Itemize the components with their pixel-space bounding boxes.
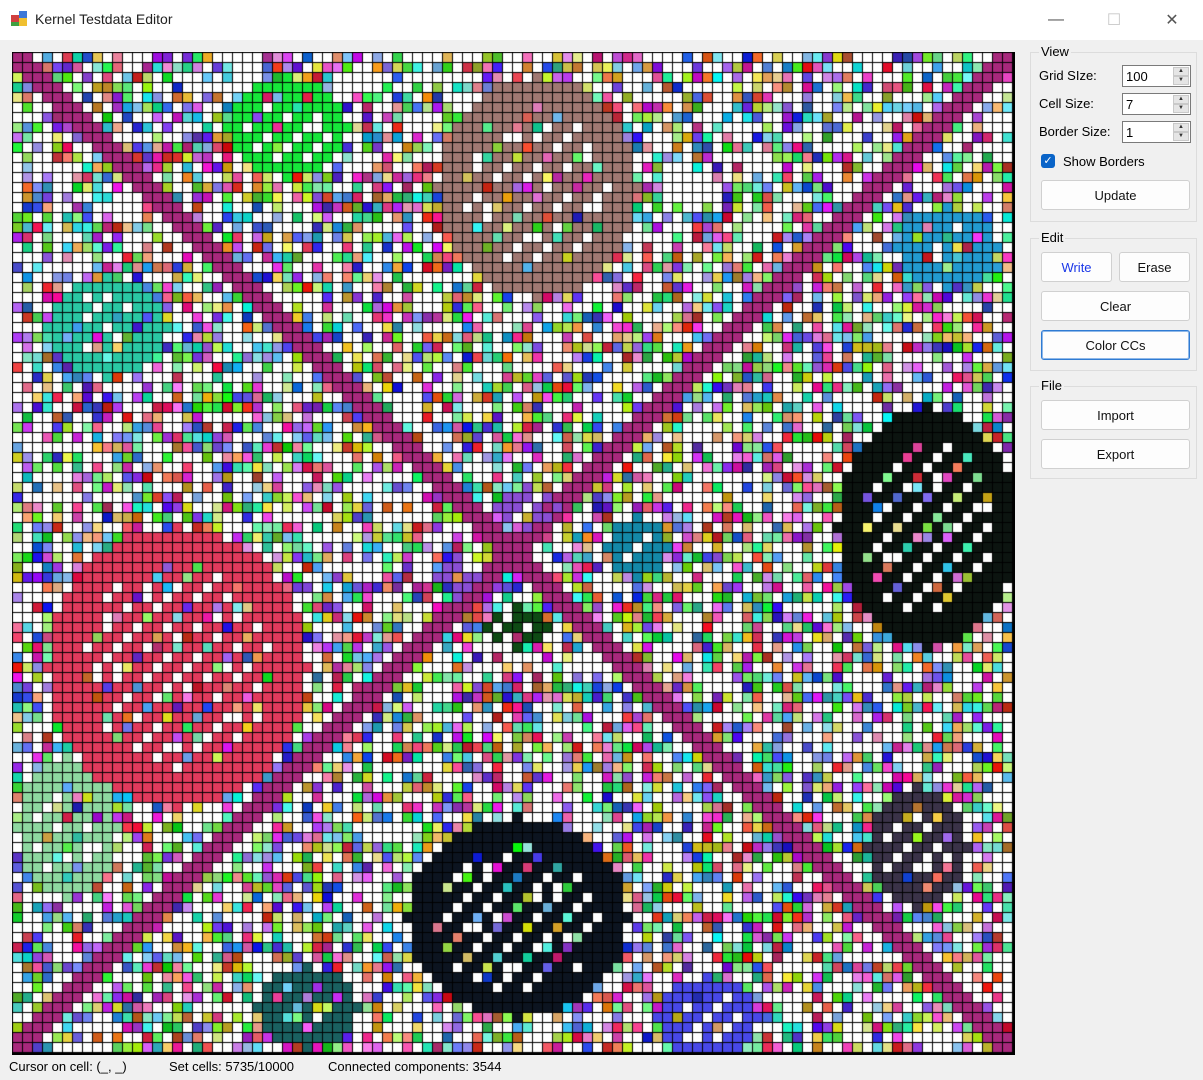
- border-size-stepper[interactable]: ▲ ▼: [1122, 121, 1191, 143]
- show-borders-label[interactable]: Show Borders: [1063, 154, 1145, 169]
- cell-grid-canvas[interactable]: [12, 52, 1015, 1055]
- components-status: Connected components: 3544: [328, 1059, 502, 1074]
- grid-size-down-icon[interactable]: ▼: [1173, 76, 1189, 85]
- file-group-label: File: [1039, 378, 1064, 393]
- erase-button[interactable]: Erase: [1119, 252, 1190, 282]
- status-bar: Cursor on cell: (_, _) Set cells: 5735/1…: [0, 1056, 1203, 1080]
- grid-size-input[interactable]: [1126, 68, 1170, 84]
- set-cells-status: Set cells: 5735/10000: [169, 1059, 295, 1074]
- app-window: Kernel Testdata Editor — ☐ ✕ View Grid S…: [0, 0, 1203, 1080]
- grid-size-label: Grid SIze:: [1039, 68, 1097, 83]
- edit-group: Edit Write Erase Clear Color CCs: [1030, 230, 1197, 371]
- view-group-label: View: [1039, 44, 1071, 59]
- grid-panel[interactable]: [12, 52, 1015, 1055]
- edit-group-label: Edit: [1039, 230, 1066, 245]
- import-button[interactable]: Import: [1041, 400, 1190, 430]
- cell-size-input[interactable]: [1126, 96, 1170, 112]
- update-button[interactable]: Update: [1041, 180, 1190, 210]
- cell-size-label: Cell Size:: [1039, 96, 1094, 111]
- show-borders-checkbox[interactable]: ✓: [1041, 154, 1055, 168]
- window-title: Kernel Testdata Editor: [35, 11, 173, 27]
- grid-size-up-icon[interactable]: ▲: [1173, 67, 1189, 76]
- write-button[interactable]: Write: [1041, 252, 1112, 282]
- cursor-status: Cursor on cell: (_, _): [9, 1059, 127, 1074]
- minimize-button[interactable]: —: [1027, 0, 1085, 40]
- grid-size-stepper[interactable]: ▲ ▼: [1122, 65, 1191, 87]
- color-ccs-button[interactable]: Color CCs: [1041, 330, 1190, 360]
- close-button[interactable]: ✕: [1143, 0, 1201, 40]
- border-size-input[interactable]: [1126, 124, 1170, 140]
- export-button[interactable]: Export: [1041, 439, 1190, 469]
- view-group: View Grid SIze: ▲ ▼ Cell Size: ▲ ▼ Borde…: [1030, 44, 1197, 222]
- border-size-up-icon[interactable]: ▲: [1173, 123, 1189, 132]
- maximize-button[interactable]: ☐: [1085, 0, 1143, 40]
- cell-size-down-icon[interactable]: ▼: [1173, 104, 1189, 113]
- border-size-label: Border Size:: [1039, 124, 1111, 139]
- cell-size-stepper[interactable]: ▲ ▼: [1122, 93, 1191, 115]
- title-bar: Kernel Testdata Editor — ☐ ✕: [0, 0, 1203, 40]
- cell-size-up-icon[interactable]: ▲: [1173, 95, 1189, 104]
- file-group: File Import Export: [1030, 378, 1197, 479]
- clear-button[interactable]: Clear: [1041, 291, 1190, 321]
- app-icon: [11, 11, 27, 26]
- border-size-down-icon[interactable]: ▼: [1173, 132, 1189, 141]
